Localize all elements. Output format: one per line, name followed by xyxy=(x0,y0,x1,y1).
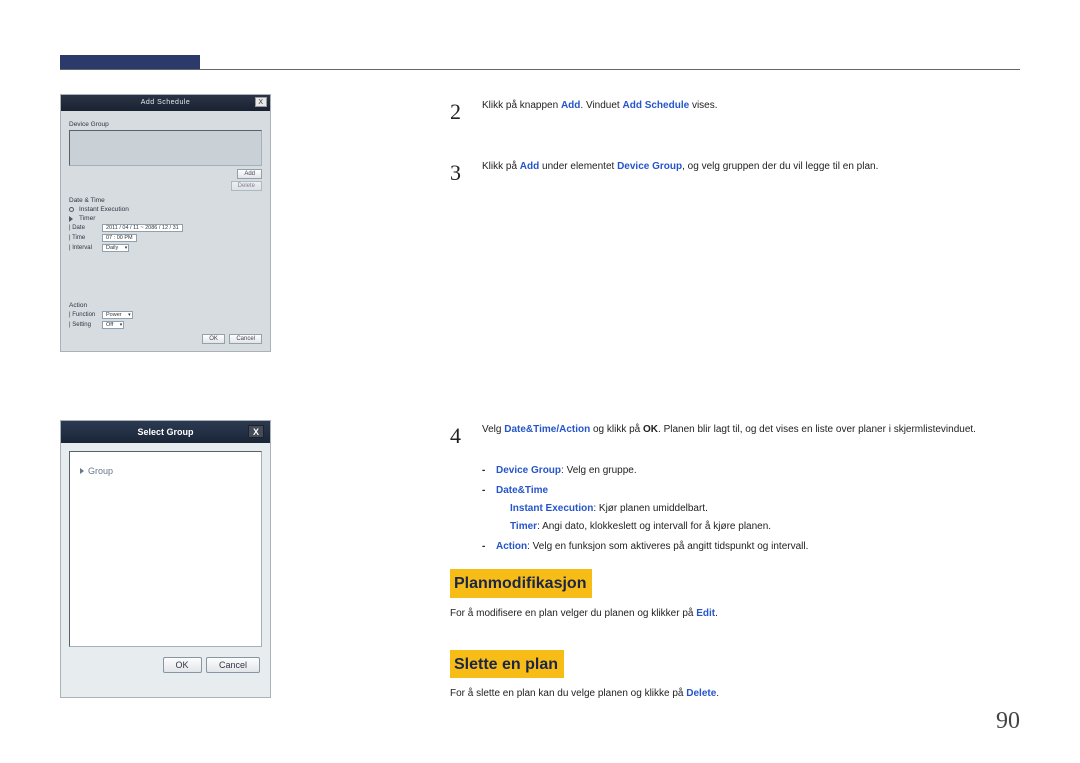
datetime-label: Date & Time xyxy=(69,197,262,204)
time-field[interactable]: 07 : 00 PM xyxy=(102,234,137,242)
dialog-titlebar: Add Schedule X xyxy=(61,95,270,111)
step-text: Klikk på Add under elementet Device Grou… xyxy=(482,155,1020,190)
function-select[interactable]: Power xyxy=(102,311,133,319)
instant-execution-label: Instant Execution xyxy=(79,206,129,213)
setting-select[interactable]: Off xyxy=(102,321,124,329)
list-item: Action: Velg en funksjon som aktiveres p… xyxy=(482,539,1020,555)
cancel-button[interactable]: Cancel xyxy=(206,657,260,673)
header-rule xyxy=(60,69,1020,70)
step-3: 3 Klikk på Add under elementet Device Gr… xyxy=(450,155,1020,190)
step-text: Velg Date&Time/Action og klikk på OK. Pl… xyxy=(482,418,1020,453)
radio-icon[interactable] xyxy=(69,207,74,212)
dialog-titlebar: Select Group X xyxy=(61,421,270,443)
dialog-title: Add Schedule xyxy=(141,99,191,106)
date-label: | Date xyxy=(69,225,99,231)
list-item: Device Group: Velg en gruppe. xyxy=(482,463,1020,479)
close-icon[interactable]: X xyxy=(248,425,264,438)
instruction-text-bottom: 4 Velg Date&Time/Action og klikk på OK. … xyxy=(450,418,1020,720)
date-field[interactable]: 2011 / 04 / 11 ~ 2086 / 12 / 31 xyxy=(102,224,183,232)
step-2: 2 Klikk på knappen Add. Vinduet Add Sche… xyxy=(450,94,1020,129)
expand-icon[interactable] xyxy=(69,216,73,222)
time-label: | Time xyxy=(69,235,99,241)
delete-button[interactable]: Delete xyxy=(231,181,262,191)
instruction-text-top: 2 Klikk på knappen Add. Vinduet Add Sche… xyxy=(450,94,1020,216)
function-label: | Function xyxy=(69,312,99,318)
add-schedule-dialog: Add Schedule X Device Group Add Delete D… xyxy=(60,94,271,352)
ok-button[interactable]: OK xyxy=(163,657,202,673)
list-item: Instant Execution: Kjør planen umiddelba… xyxy=(496,501,1020,517)
step-number: 2 xyxy=(450,94,464,129)
interval-select[interactable]: Daily xyxy=(102,244,129,252)
list-item: Timer: Angi dato, klokkeslett og interva… xyxy=(496,519,1020,535)
page-number: 90 xyxy=(996,708,1020,735)
modify-paragraph: For å modifisere en plan velger du plane… xyxy=(450,606,1020,622)
delete-paragraph: For å slette en plan kan du velge planen… xyxy=(450,686,1020,702)
tree-expand-icon[interactable] xyxy=(80,468,84,474)
step-number: 4 xyxy=(450,418,464,453)
setting-label: | Setting xyxy=(69,322,99,328)
step-4: 4 Velg Date&Time/Action og klikk på OK. … xyxy=(450,418,1020,453)
timer-label: Timer xyxy=(79,215,95,222)
step-4-sublist: Device Group: Velg en gruppe. Date&Time … xyxy=(482,463,1020,555)
heading-slette-en-plan: Slette en plan xyxy=(450,650,564,679)
device-group-label: Device Group xyxy=(69,121,262,128)
dialog-title: Select Group xyxy=(137,427,193,437)
action-label: Action xyxy=(69,302,262,309)
device-group-listbox[interactable] xyxy=(69,130,262,166)
ok-button[interactable]: OK xyxy=(202,334,225,344)
group-tree[interactable]: Group xyxy=(69,451,262,647)
step-number: 3 xyxy=(450,155,464,190)
add-button[interactable]: Add xyxy=(237,169,262,179)
interval-label: | Interval xyxy=(69,245,99,251)
nested-list: Instant Execution: Kjør planen umiddelba… xyxy=(496,501,1020,535)
heading-planmodifikasjon: Planmodifikasjon xyxy=(450,569,592,598)
list-item: Date&Time Instant Execution: Kjør planen… xyxy=(482,483,1020,535)
tree-root-label: Group xyxy=(88,466,113,476)
close-icon[interactable]: X xyxy=(255,97,267,107)
step-text: Klikk på knappen Add. Vinduet Add Schedu… xyxy=(482,94,1020,129)
cancel-button[interactable]: Cancel xyxy=(229,334,262,344)
select-group-dialog: Select Group X Group OK Cancel xyxy=(60,420,271,698)
chapter-tab xyxy=(60,55,200,69)
